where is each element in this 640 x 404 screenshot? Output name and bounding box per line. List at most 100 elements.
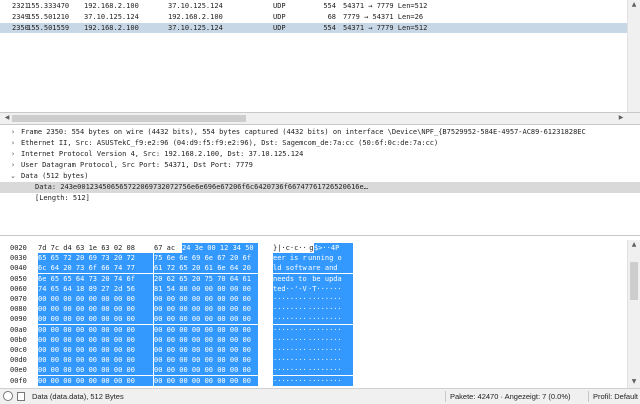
hex-b1: 6c 64 20 73 6f 66 74 77 xyxy=(38,263,153,274)
hex-off: 0040 xyxy=(10,264,27,273)
hex-b2b: 20 62 65 20 75 70 64 61 xyxy=(154,273,258,284)
bytes-vscrollbar[interactable]: ▲ ▼ xyxy=(627,240,640,388)
hex-b2b: 00 00 00 00 00 00 00 00 xyxy=(154,355,258,366)
detail-text: User Datagram Protocol, Src Port: 54371,… xyxy=(21,161,253,169)
hex-a2b: are and xyxy=(308,263,353,274)
scroll-up-icon[interactable]: ▲ xyxy=(629,241,639,249)
packet-src: 37.10.125.124 xyxy=(84,13,139,21)
hex-a1: ········ xyxy=(273,314,308,325)
detail-subfield[interactable]: [Length: 512] xyxy=(0,193,640,204)
scroll-left-icon[interactable]: ◀ xyxy=(2,114,12,122)
hex-a2a: g xyxy=(305,244,314,252)
hex-row[interactable]: 0080 00 00 00 00 00 00 00 00 00 00 00 00 0… xyxy=(0,304,627,315)
detail-tree-item[interactable]: › Internet Protocol Version 4, Src: 192.1… xyxy=(0,149,640,160)
hex-off: 00d0 xyxy=(10,356,27,365)
status-profile[interactable]: Profil: Default xyxy=(593,389,638,404)
hex-row[interactable]: 0090 00 00 00 00 00 00 00 00 00 00 00 00 0… xyxy=(0,314,627,325)
hex-a2b: unning o xyxy=(308,253,353,264)
hex-row[interactable]: 00f0 00 00 00 00 00 00 00 00 00 00 00 00 0… xyxy=(0,375,627,386)
detail-text: Ethernet II, Src: ASUSTekC_f9:e2:96 (04:… xyxy=(21,139,439,147)
hex-row[interactable]: 0070 00 00 00 00 00 00 00 00 00 00 00 00 0… xyxy=(0,294,627,304)
hex-b1: 00 00 00 00 00 00 00 00 xyxy=(38,294,153,304)
expand-arrow-icon[interactable]: › xyxy=(9,160,17,171)
packet-bytes[interactable]: 0020 7d 7c d4 63 1e 63 02 08 67 ac 24 3e 00… xyxy=(0,240,640,388)
hex-a2b: ········ xyxy=(308,355,353,366)
hex-b2b: 00 00 00 00 00 00 00 00 xyxy=(154,365,258,376)
detail-text: [Length: 512] xyxy=(35,194,90,202)
packet-dst: 192.168.2.100 xyxy=(168,13,223,21)
expand-arrow-icon[interactable]: › xyxy=(9,138,17,149)
hex-a2b: ········ xyxy=(308,294,353,304)
packet-info: 54371 → 7779 Len=512 xyxy=(343,24,428,32)
hex-row[interactable]: 0040 6c 64 20 73 6f 66 74 77 61 72 65 20 6… xyxy=(0,263,627,274)
hex-a1: needs to xyxy=(273,273,308,284)
detail-subfield[interactable]: Data: 243e001234506565722069732072756e6e… xyxy=(0,182,640,193)
hex-row[interactable]: 00c0 00 00 00 00 00 00 00 00 00 00 00 00 0… xyxy=(0,345,627,355)
packet-info: 54371 → 7779 Len=512 xyxy=(343,2,428,10)
packet-row[interactable]: 2350 155.501559 192.168.2.100 37.10.125.124… xyxy=(0,23,627,33)
hex-off: 00e0 xyxy=(10,366,27,375)
expand-arrow-icon[interactable]: › xyxy=(9,127,17,138)
hex-b2a: 67 ac xyxy=(154,244,176,252)
hex-b2b: 61 72 65 20 61 6e 64 20 xyxy=(154,263,258,274)
packet-list-hscrollbar[interactable]: ◀ ▶ xyxy=(0,113,640,124)
hex-off: 0050 xyxy=(10,274,27,283)
detail-text: Data: 243e001234506565722069732072756e6e… xyxy=(35,183,368,191)
hex-a2b: $>··4P xyxy=(314,243,353,253)
hex-row[interactable]: 0050 6e 65 65 64 73 20 74 6f 20 62 65 20 7… xyxy=(0,273,627,284)
detail-tree-item[interactable]: › User Datagram Protocol, Src Port: 54371… xyxy=(0,160,640,171)
expert-info-icon[interactable] xyxy=(3,391,13,401)
hex-a1: ld softw xyxy=(273,263,308,274)
packet-proto: UDP xyxy=(273,13,286,21)
vscroll-thumb[interactable] xyxy=(630,262,638,300)
detail-tree-item[interactable]: › Frame 2350: 554 bytes on wire (4432 bit… xyxy=(0,127,640,138)
packet-list-vscrollbar[interactable]: ▲ xyxy=(627,0,640,112)
scroll-down-icon[interactable]: ▼ xyxy=(629,378,639,386)
hex-row[interactable]: 00a0 00 00 00 00 00 00 00 00 00 00 00 00 0… xyxy=(0,324,627,335)
hex-off: 0070 xyxy=(10,295,27,303)
hex-row[interactable]: 00e0 00 00 00 00 00 00 00 00 00 00 00 00 0… xyxy=(0,365,627,376)
hex-b2b: 75 6e 6e 69 6e 67 20 6f xyxy=(154,253,258,264)
hex-off: 00c0 xyxy=(10,346,27,354)
hex-row[interactable]: 0020 7d 7c d4 63 1e 63 02 08 67 ac 24 3e 00… xyxy=(0,243,627,253)
packet-details[interactable]: › Frame 2350: 554 bytes on wire (4432 bit… xyxy=(0,124,640,236)
packet-time: 155.501210 xyxy=(27,13,70,21)
detail-tree-item[interactable]: ⌄ Data (512 bytes) xyxy=(0,171,640,182)
hex-b2b: 00 00 00 00 00 00 00 00 xyxy=(154,345,258,355)
hex-row[interactable]: 00d0 00 00 00 00 00 00 00 00 00 00 00 00 0… xyxy=(0,355,627,366)
collapse-arrow-icon[interactable]: ⌄ xyxy=(9,171,17,182)
hex-row[interactable]: 0030 65 65 72 20 69 73 20 72 75 6e 6e 69 6… xyxy=(0,253,627,264)
hex-a1: eer is r xyxy=(273,253,308,264)
hex-b1: 00 00 00 00 00 00 00 00 xyxy=(38,345,153,355)
hex-b1: 00 00 00 00 00 00 00 00 xyxy=(38,304,153,315)
packet-row[interactable]: 2321 155.333470 192.168.2.100 37.10.125.124… xyxy=(0,1,627,11)
hex-off: 0020 xyxy=(10,244,27,252)
hex-a1: ········ xyxy=(273,324,308,335)
detail-tree-item[interactable]: › Ethernet II, Src: ASUSTekC_f9:e2:96 (04… xyxy=(0,138,640,149)
hex-b2b: 00 00 00 00 00 00 00 00 xyxy=(154,294,258,304)
status-field-info: Data (data.data), 512 Bytes xyxy=(32,392,124,401)
hex-a1: ········ xyxy=(273,334,308,345)
detail-text: Frame 2350: 554 bytes on wire (4432 bits… xyxy=(21,128,586,136)
capture-file-icon[interactable] xyxy=(17,392,25,401)
packet-proto: UDP xyxy=(273,2,286,10)
packet-row[interactable]: 2349 155.501210 37.10.125.124 192.168.2.100… xyxy=(0,12,627,22)
hex-row[interactable]: 00b0 00 00 00 00 00 00 00 00 00 00 00 00 0… xyxy=(0,334,627,345)
hex-b2b: 81 54 80 00 00 00 00 00 xyxy=(154,283,258,294)
detail-text: Internet Protocol Version 4, Src: 192.16… xyxy=(21,150,304,158)
hex-a1: ········ xyxy=(273,375,308,386)
hex-row[interactable]: 0060 74 65 64 18 89 27 2d 56 81 54 80 00 0… xyxy=(0,283,627,294)
hex-a2b: ········ xyxy=(308,345,353,355)
hex-off: 0060 xyxy=(10,284,27,293)
hex-off: 0030 xyxy=(10,254,27,263)
hscroll-thumb[interactable] xyxy=(12,115,246,122)
hex-b1: 00 00 00 00 00 00 00 00 xyxy=(38,314,153,325)
hex-b1: 00 00 00 00 00 00 00 00 xyxy=(38,334,153,345)
packet-dst: 37.10.125.124 xyxy=(168,24,223,32)
scroll-right-icon[interactable]: ▶ xyxy=(616,114,626,122)
status-packet-count: Pakete: 42470 · Angezeigt: 7 (0.0%) xyxy=(450,392,571,401)
expand-arrow-icon[interactable]: › xyxy=(9,149,17,160)
packet-list[interactable]: 2321 155.333470 192.168.2.100 37.10.125.124… xyxy=(0,0,640,113)
hex-a2b: ········ xyxy=(308,314,353,325)
scroll-up-icon[interactable]: ▲ xyxy=(629,1,639,9)
